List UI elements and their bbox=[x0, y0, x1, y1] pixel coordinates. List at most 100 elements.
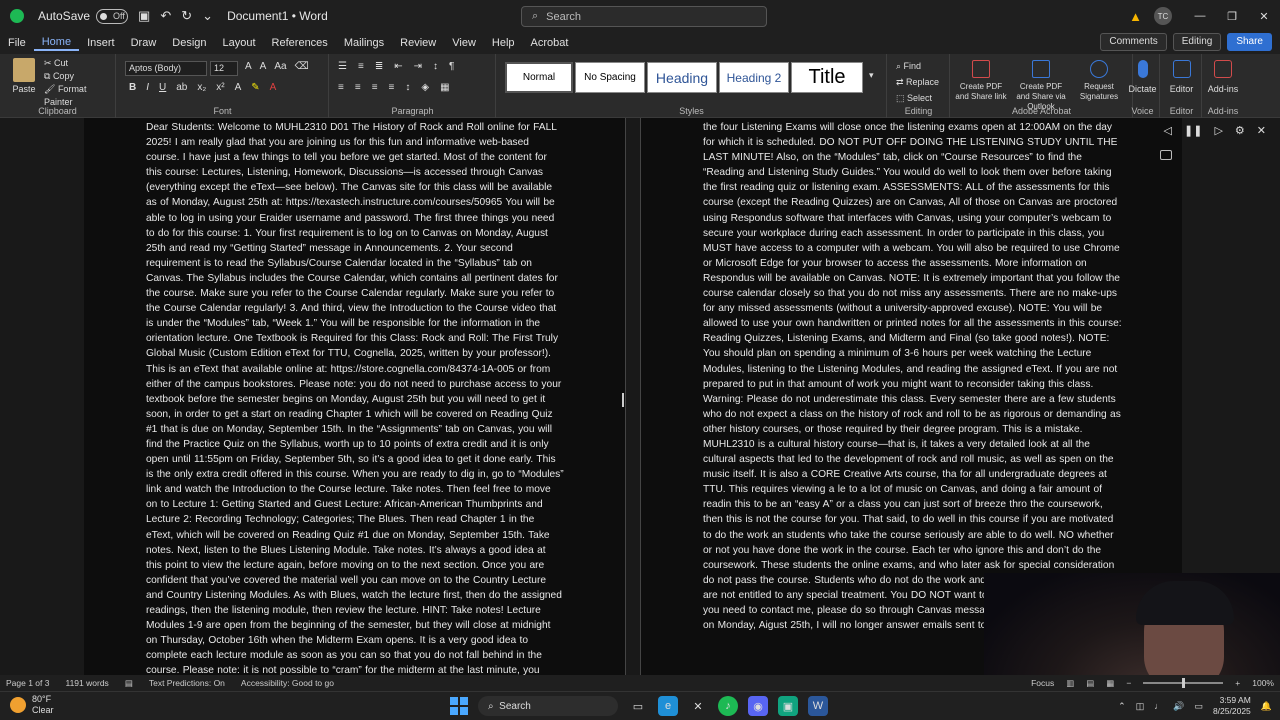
replace-button[interactable]: ⇄ Replace bbox=[896, 74, 939, 90]
task-view-icon[interactable]: ▭ bbox=[628, 696, 648, 716]
comments-button[interactable]: Comments bbox=[1100, 33, 1167, 51]
align-left-icon[interactable]: ≡ bbox=[338, 82, 344, 93]
paste-button[interactable]: Paste bbox=[10, 58, 38, 94]
editing-mode-button[interactable]: Editing bbox=[1172, 33, 1222, 51]
bold-icon[interactable]: B bbox=[129, 82, 136, 93]
accessibility-status[interactable]: Accessibility: Good to go bbox=[241, 678, 334, 688]
align-center-icon[interactable]: ≡ bbox=[355, 82, 361, 93]
document-area[interactable]: Dear Students: Welcome to MUHL2310 D01 T… bbox=[0, 118, 1280, 675]
notifications-icon[interactable]: 🔔 bbox=[1261, 701, 1272, 712]
dictate-button[interactable]: Dictate bbox=[1126, 60, 1159, 94]
avatar[interactable]: TC bbox=[1154, 7, 1172, 25]
taskbar-search[interactable]: ⌕ Search bbox=[478, 696, 618, 716]
web-layout-icon[interactable]: ▦ bbox=[1106, 678, 1114, 689]
proofing-icon[interactable]: ▤ bbox=[125, 678, 133, 689]
text-predictions-status[interactable]: Text Predictions: On bbox=[149, 678, 225, 688]
customize-toolbar-icon[interactable]: ⌄ bbox=[202, 8, 213, 24]
multilevel-list-icon[interactable]: ≣ bbox=[375, 61, 383, 72]
autosave-toggle[interactable]: Off bbox=[96, 8, 129, 24]
close-icon[interactable]: ✕ bbox=[1248, 10, 1280, 23]
search-input[interactable]: ⌕ Search bbox=[521, 6, 767, 27]
find-button[interactable]: ⌕ Find bbox=[896, 58, 939, 74]
subscript-icon[interactable]: x₂ bbox=[197, 82, 206, 93]
show-marks-icon[interactable]: ¶ bbox=[449, 61, 454, 72]
copy-button[interactable]: ⧉ Copy bbox=[44, 70, 115, 83]
chat-app-icon[interactable]: ▣ bbox=[778, 696, 798, 716]
undo-icon[interactable]: ↶ bbox=[160, 8, 171, 24]
print-layout-icon[interactable]: ▤ bbox=[1086, 678, 1094, 689]
borders-icon[interactable]: ▦ bbox=[440, 82, 449, 93]
word-icon[interactable]: W bbox=[808, 696, 828, 716]
discord-icon[interactable]: ◉ bbox=[748, 696, 768, 716]
numbering-icon[interactable]: ≡ bbox=[358, 61, 364, 72]
italic-icon[interactable]: I bbox=[146, 82, 149, 93]
strikethrough-icon[interactable]: ab bbox=[176, 82, 187, 93]
styles-more-icon[interactable]: ▾ bbox=[869, 70, 874, 81]
page-1-text[interactable]: Dear Students: Welcome to MUHL2310 D01 T… bbox=[146, 120, 564, 675]
share-button[interactable]: Share bbox=[1227, 33, 1272, 51]
comment-icon[interactable] bbox=[1160, 150, 1172, 160]
select-button[interactable]: ⬚ Select bbox=[896, 90, 939, 106]
style-title[interactable]: Title bbox=[791, 62, 863, 93]
next-icon[interactable]: ▷ bbox=[1214, 124, 1222, 137]
pause-icon[interactable]: ❚❚ bbox=[1184, 124, 1202, 137]
style-heading-2[interactable]: Heading 2 bbox=[719, 62, 789, 93]
zoom-in-icon[interactable]: + bbox=[1235, 678, 1240, 688]
tab-view[interactable]: View bbox=[444, 37, 484, 49]
line-spacing-icon[interactable]: ↕ bbox=[405, 82, 410, 93]
tab-review[interactable]: Review bbox=[392, 37, 444, 49]
sort-icon[interactable]: ↕ bbox=[433, 61, 438, 72]
page-2-text[interactable]: the four Listening Exams will close once… bbox=[703, 120, 1123, 633]
page-count[interactable]: Page 1 of 3 bbox=[6, 678, 49, 688]
increase-indent-icon[interactable]: ⇥ bbox=[414, 61, 422, 72]
shrink-font-icon[interactable]: A bbox=[260, 61, 267, 72]
read-mode-icon[interactable]: ▥ bbox=[1066, 678, 1074, 689]
reader-settings-icon[interactable]: ⚙ bbox=[1235, 124, 1245, 137]
word-count[interactable]: 1191 words bbox=[65, 678, 108, 688]
start-icon[interactable] bbox=[450, 697, 468, 715]
edge-icon[interactable]: e bbox=[658, 696, 678, 716]
decrease-indent-icon[interactable]: ⇤ bbox=[394, 61, 402, 72]
addins-button[interactable]: Add-ins bbox=[1203, 60, 1243, 94]
zoom-slider-thumb[interactable] bbox=[1182, 678, 1186, 688]
editor-button[interactable]: Editor bbox=[1162, 60, 1201, 94]
font-family-select[interactable]: Aptos (Body) bbox=[125, 61, 207, 76]
warning-icon[interactable]: ▲ bbox=[1129, 9, 1142, 24]
tab-acrobat[interactable]: Acrobat bbox=[523, 37, 577, 49]
change-case-icon[interactable]: Aa bbox=[274, 61, 286, 72]
battery-icon[interactable]: ▭ bbox=[1194, 701, 1203, 712]
zoom-out-icon[interactable]: − bbox=[1126, 678, 1131, 688]
clear-format-icon[interactable]: ⌫ bbox=[295, 61, 309, 72]
tab-file[interactable]: File bbox=[0, 37, 34, 49]
reader-close-icon[interactable]: ✕ bbox=[1257, 124, 1266, 137]
shading-icon[interactable]: ◈ bbox=[421, 82, 429, 93]
bullets-icon[interactable]: ☰ bbox=[338, 61, 347, 72]
underline-icon[interactable]: U bbox=[159, 82, 166, 93]
superscript-icon[interactable]: x² bbox=[216, 82, 224, 93]
highlight-icon[interactable]: ✎ bbox=[251, 82, 259, 93]
tray-overflow-icon[interactable]: ⌃ bbox=[1118, 701, 1126, 712]
justify-icon[interactable]: ≡ bbox=[389, 82, 395, 93]
zoom-level[interactable]: 100% bbox=[1252, 678, 1274, 688]
document-page-1[interactable]: Dear Students: Welcome to MUHL2310 D01 T… bbox=[84, 118, 626, 675]
zoom-slider[interactable] bbox=[1143, 678, 1224, 688]
tab-layout[interactable]: Layout bbox=[215, 37, 264, 49]
restore-icon[interactable]: ❐ bbox=[1216, 10, 1248, 23]
style-normal[interactable]: Normal bbox=[505, 62, 573, 93]
clock[interactable]: 3:59 AM 8/25/2025 bbox=[1213, 695, 1251, 717]
cut-button[interactable]: ✂ Cut bbox=[44, 57, 115, 70]
tab-help[interactable]: Help bbox=[484, 37, 523, 49]
tab-home[interactable]: Home bbox=[33, 36, 80, 51]
style-no-spacing[interactable]: No Spacing bbox=[575, 62, 645, 93]
minimize-icon[interactable]: — bbox=[1184, 10, 1216, 22]
tab-insert[interactable]: Insert bbox=[79, 37, 123, 49]
grow-font-icon[interactable]: A bbox=[245, 61, 252, 72]
font-color-icon[interactable]: A bbox=[270, 82, 277, 93]
create-pdf-outlook-button[interactable]: Create PDF and Share via Outlook bbox=[1013, 60, 1069, 112]
focus-button[interactable]: Focus bbox=[1031, 678, 1054, 688]
file-explorer-icon[interactable]: ✕ bbox=[688, 696, 708, 716]
weather-widget[interactable]: 80°F Clear bbox=[10, 694, 54, 716]
save-icon[interactable]: ▣ bbox=[138, 8, 150, 24]
redo-icon[interactable]: ↻ bbox=[181, 8, 192, 24]
tab-references[interactable]: References bbox=[264, 37, 336, 49]
